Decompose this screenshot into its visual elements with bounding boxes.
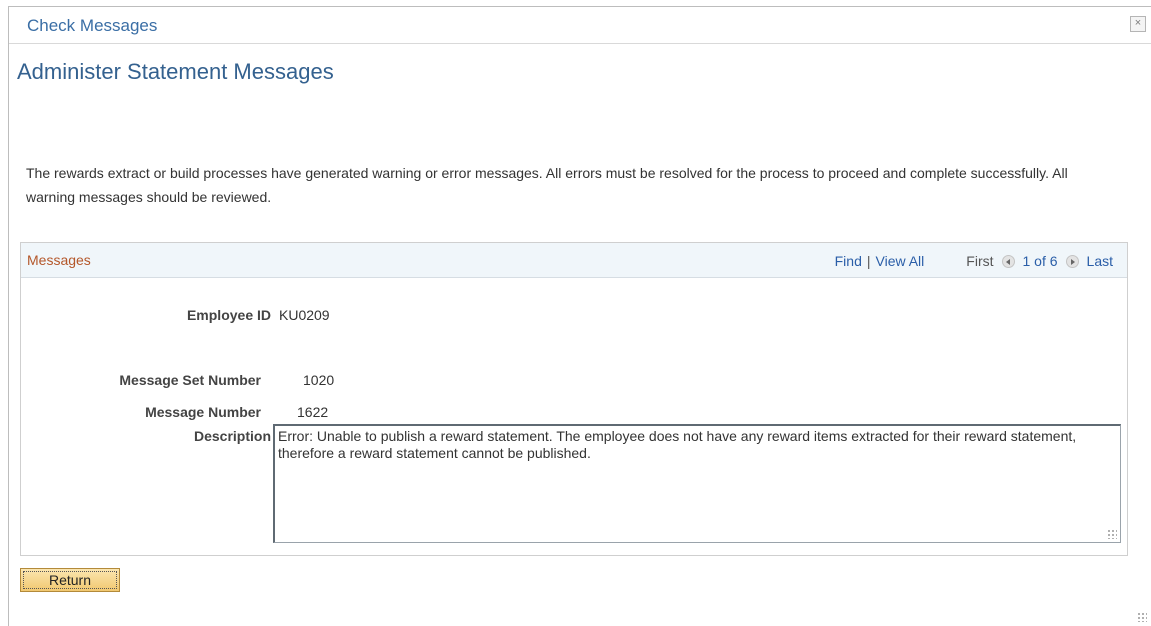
messages-panel-title: Messages [27,252,91,268]
employee-id-value: KU0209 [279,307,330,323]
employee-id-label: Employee ID [186,307,271,323]
dialog-header: Check Messages × [9,7,1151,44]
intro-text: The rewards extract or build processes h… [26,165,1068,205]
window-resize-grip-icon[interactable] [1137,612,1147,622]
description-text: Error: Unable to publish a reward statem… [278,428,1077,461]
page-title: Administer Statement Messages [17,59,334,84]
view-all-link[interactable]: View All [876,253,925,269]
messages-panel-header: Messages Find | View All First 1 of 6 La… [21,243,1127,278]
row-count: 1 of 6 [1022,253,1058,269]
first-label: First [966,253,994,269]
dialog-title: Check Messages [27,16,158,35]
description-textarea[interactable]: Error: Unable to publish a reward statem… [273,424,1121,543]
message-set-number-value: 1020 [303,372,335,388]
grid-navigation: Find | View All First 1 of 6 Last [835,253,1113,269]
next-arrow-icon[interactable] [1065,254,1079,268]
description-label: Description [193,428,271,444]
find-link[interactable]: Find [835,253,862,269]
resize-grip-icon[interactable] [1107,529,1117,539]
nav-separator: | [866,253,871,269]
check-messages-dialog: Check Messages × Administer Statement Me… [8,6,1151,626]
last-link[interactable]: Last [1087,253,1113,269]
message-number-label: Message Number [145,404,261,420]
messages-panel: Messages Find | View All First 1 of 6 La… [20,242,1128,556]
message-number-value: 1622 [297,404,329,420]
return-button[interactable]: Return [20,568,120,592]
message-set-number-label: Message Set Number [119,372,261,388]
previous-arrow-icon[interactable] [1001,254,1015,268]
close-icon[interactable]: × [1130,16,1146,32]
